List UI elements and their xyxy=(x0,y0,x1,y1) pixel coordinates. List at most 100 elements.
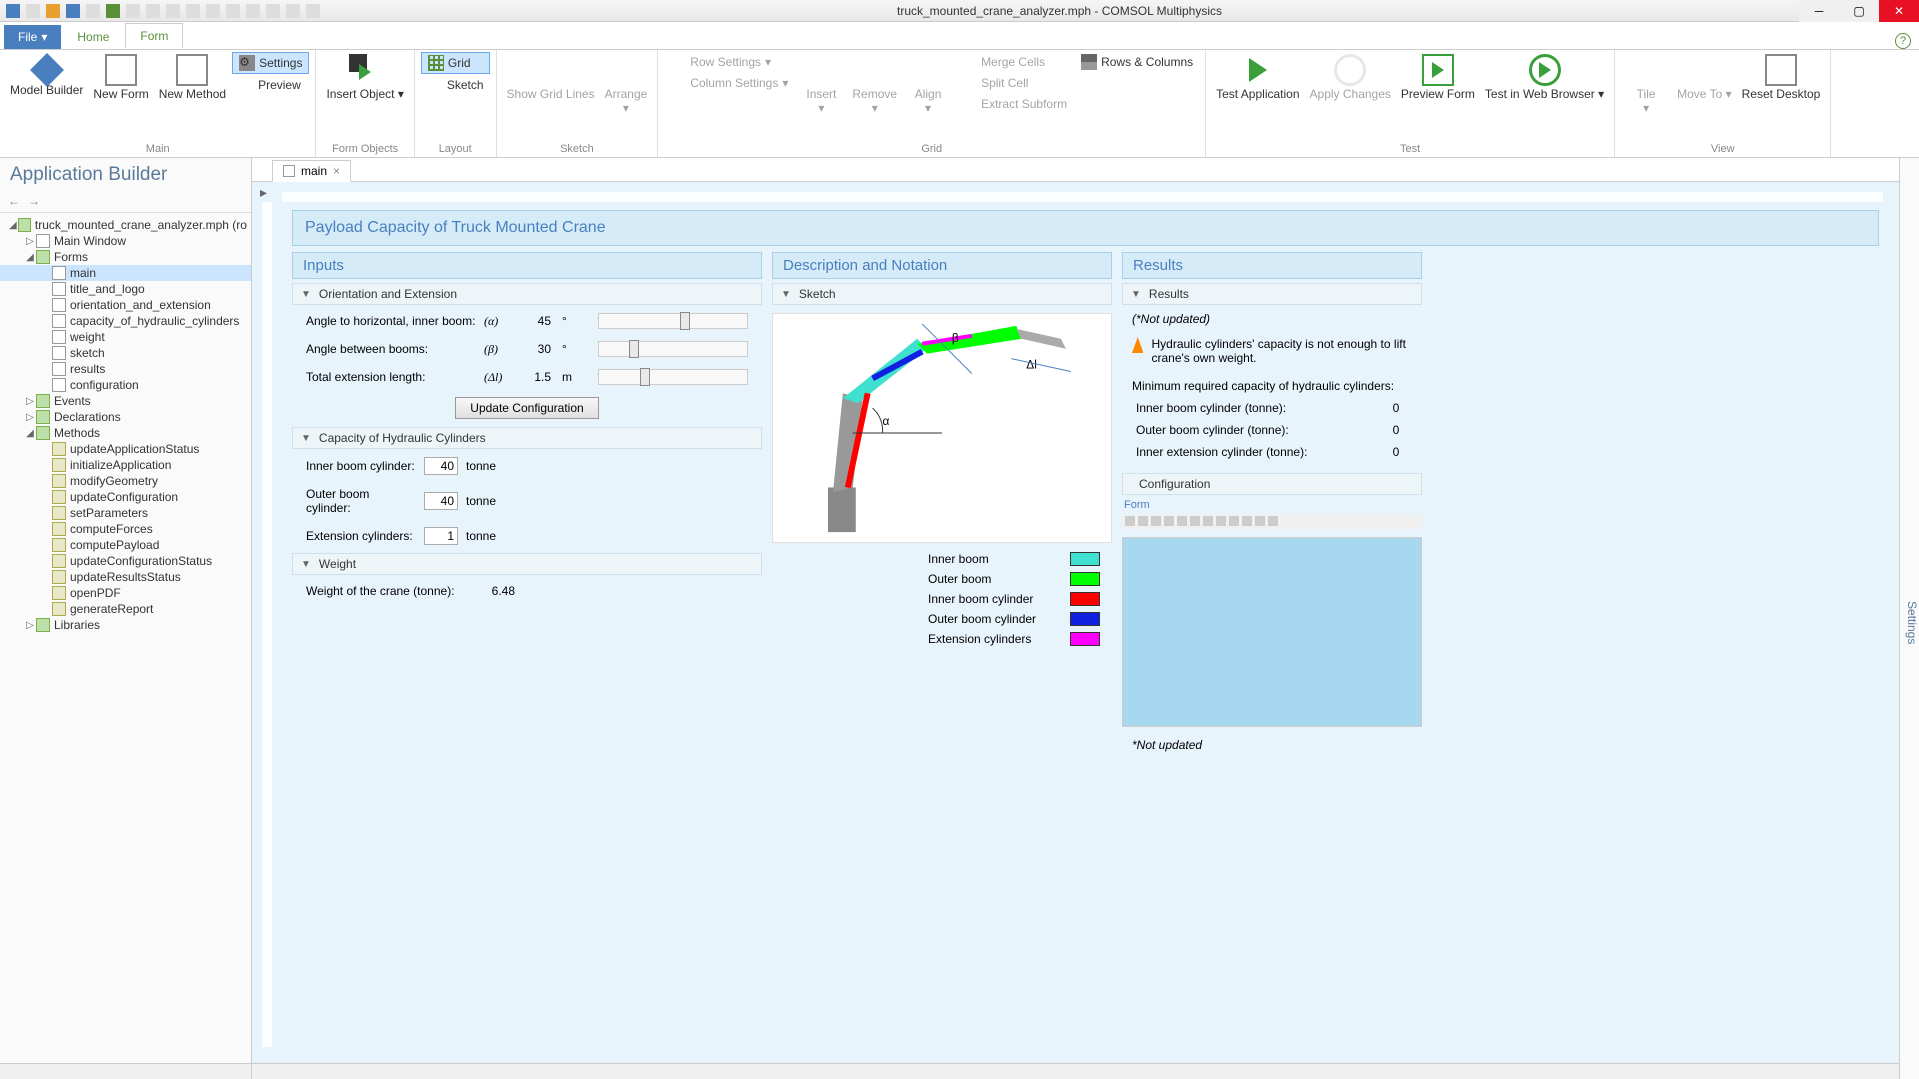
results-header[interactable]: ▼Results xyxy=(1122,283,1422,305)
tree-form-configuration[interactable]: configuration xyxy=(0,377,251,393)
expand-icon[interactable] xyxy=(68,194,82,208)
group-grid-label: Grid xyxy=(664,141,1199,157)
ribbon: Model Builder New Form New Method ⚙Setti… xyxy=(0,50,1919,158)
qat-extra3-icon[interactable] xyxy=(286,4,300,18)
field-extension: Total extension length: (Δl) 1.5 m xyxy=(292,365,762,389)
qat-copy-icon[interactable] xyxy=(166,4,180,18)
settings-strip[interactable]: Settings xyxy=(1899,158,1919,1079)
tree-main-window[interactable]: ▷Main Window xyxy=(0,233,251,249)
preview-icon xyxy=(238,77,254,93)
tree-method-item[interactable]: openPDF xyxy=(0,585,251,601)
new-method-button[interactable]: New Method xyxy=(155,52,230,104)
update-configuration-button[interactable]: Update Configuration xyxy=(455,397,598,419)
tree-form-orientation[interactable]: orientation_and_extension xyxy=(0,297,251,313)
svg-text:Δl: Δl xyxy=(1026,358,1037,372)
column-icon xyxy=(670,75,686,91)
group-view-label: View xyxy=(1621,141,1824,157)
canvas-scrollbar[interactable] xyxy=(252,1063,1899,1079)
qat-save-icon[interactable] xyxy=(66,4,80,18)
settings-button[interactable]: ⚙Settings xyxy=(232,52,309,74)
qat-extra1-icon[interactable] xyxy=(246,4,260,18)
tree-method-item[interactable]: updateResultsStatus xyxy=(0,569,251,585)
orientation-header[interactable]: ▼Orientation and Extension xyxy=(292,283,762,305)
weight-header[interactable]: ▼Weight xyxy=(292,553,762,575)
tree-declarations[interactable]: ▷Declarations xyxy=(0,409,251,425)
tree-form-results[interactable]: results xyxy=(0,361,251,377)
qat-extra2-icon[interactable] xyxy=(266,4,280,18)
qat-run-icon[interactable] xyxy=(106,4,120,18)
ext-cyl-input[interactable] xyxy=(424,527,458,545)
not-updated-note: (*Not updated) xyxy=(1122,309,1422,329)
legend-ext-cyl: Extension cylinders xyxy=(772,631,1112,647)
app-icon xyxy=(6,4,20,18)
config-3d-view[interactable] xyxy=(1122,537,1422,727)
tree-form-weight[interactable]: weight xyxy=(0,329,251,345)
tab-main-form[interactable]: main × xyxy=(272,160,351,182)
tree-method-item[interactable]: updateApplicationStatus xyxy=(0,441,251,457)
qat-redo-icon[interactable] xyxy=(146,4,160,18)
qat-cut-icon[interactable] xyxy=(206,4,220,18)
sketch-icon xyxy=(427,77,443,93)
minimize-button[interactable]: ─ xyxy=(1799,0,1839,22)
back-icon[interactable]: ← xyxy=(8,194,22,208)
close-button[interactable]: ✕ xyxy=(1879,0,1919,22)
tree-form-title[interactable]: title_and_logo xyxy=(0,281,251,297)
qat-new-icon[interactable] xyxy=(26,4,40,18)
grid-button[interactable]: Grid xyxy=(421,52,490,74)
model-builder-button[interactable]: Model Builder xyxy=(6,52,87,100)
close-icon[interactable]: × xyxy=(333,164,340,178)
test-web-button[interactable]: Test in Web Browser ▾ xyxy=(1481,52,1608,104)
forward-icon[interactable]: → xyxy=(28,194,42,208)
qat-undo-icon[interactable] xyxy=(126,4,140,18)
tab-form[interactable]: Form xyxy=(125,23,183,49)
left-scrollbar[interactable] xyxy=(0,1063,251,1079)
tree-method-item[interactable]: computeForces xyxy=(0,521,251,537)
tree-root[interactable]: ◢truck_mounted_crane_analyzer.mph (ro xyxy=(0,217,251,233)
legend-inner-boom: Inner boom xyxy=(772,551,1112,567)
footnote: *Not updated xyxy=(1122,735,1422,755)
tab-home[interactable]: Home xyxy=(63,25,123,49)
preview-form-button[interactable]: Preview Form xyxy=(1397,52,1479,104)
collapse-icon[interactable] xyxy=(48,194,62,208)
angle-between-slider[interactable] xyxy=(598,341,748,357)
insert-object-button[interactable]: Insert Object ▾ xyxy=(322,52,407,104)
design-surface[interactable]: ▸ Payload Capacity of Truck Mounted Cran… xyxy=(252,182,1899,1063)
qat-open-icon[interactable] xyxy=(46,4,60,18)
file-menu[interactable]: File▾ xyxy=(4,25,61,49)
group-test-label: Test xyxy=(1212,141,1608,157)
rows-columns-button[interactable]: Rows & Columns xyxy=(1075,52,1199,72)
qat-paste-icon[interactable] xyxy=(186,4,200,18)
test-application-button[interactable]: Test Application xyxy=(1212,52,1303,104)
qat-delete-icon[interactable] xyxy=(226,4,240,18)
tree-method-item[interactable]: setParameters xyxy=(0,505,251,521)
tree-method-item[interactable]: generateReport xyxy=(0,601,251,617)
angle-inner-slider[interactable] xyxy=(598,313,748,329)
tree-libraries[interactable]: ▷Libraries xyxy=(0,617,251,633)
tree-methods[interactable]: ◢Methods xyxy=(0,425,251,441)
preview-button[interactable]: Preview xyxy=(232,75,309,95)
new-form-button[interactable]: New Form xyxy=(89,52,152,104)
canvas: main × ▸ Payload Capacity of Truck Mount… xyxy=(252,158,1899,1079)
maximize-button[interactable]: ▢ xyxy=(1839,0,1879,22)
qat-saveall-icon[interactable] xyxy=(86,4,100,18)
help-icon[interactable]: ? xyxy=(1895,33,1911,49)
config-header[interactable]: Configuration xyxy=(1122,473,1422,495)
tree-form-capacity[interactable]: capacity_of_hydraulic_cylinders xyxy=(0,313,251,329)
tree-forms[interactable]: ◢Forms xyxy=(0,249,251,265)
qat-extra4-icon[interactable] xyxy=(306,4,320,18)
sketch-header[interactable]: ▼Sketch xyxy=(772,283,1112,305)
tree-method-item[interactable]: updateConfiguration xyxy=(0,489,251,505)
extension-slider[interactable] xyxy=(598,369,748,385)
tree-method-item[interactable]: computePayload xyxy=(0,537,251,553)
capacity-header[interactable]: ▼Capacity of Hydraulic Cylinders xyxy=(292,427,762,449)
tree-method-item[interactable]: updateConfigurationStatus xyxy=(0,553,251,569)
tree-method-item[interactable]: modifyGeometry xyxy=(0,473,251,489)
tree-form-main[interactable]: main xyxy=(0,265,251,281)
tree-method-item[interactable]: initializeApplication xyxy=(0,457,251,473)
reset-desktop-button[interactable]: Reset Desktop xyxy=(1738,52,1825,104)
outer-cyl-input[interactable] xyxy=(424,492,458,510)
tree-form-sketch[interactable]: sketch xyxy=(0,345,251,361)
inner-cyl-input[interactable] xyxy=(424,457,458,475)
tree-events[interactable]: ▷Events xyxy=(0,393,251,409)
sketch-button[interactable]: Sketch xyxy=(421,75,490,95)
